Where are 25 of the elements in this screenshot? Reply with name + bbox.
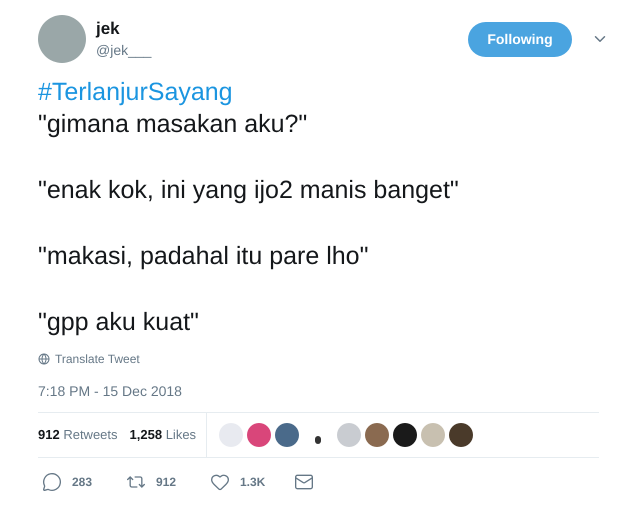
tweet-text: "gpp aku kuat" [38,307,200,338]
action-count: 1.3K [240,474,266,491]
like-action[interactable]: 1.3K [210,472,294,492]
reply-icon [42,472,62,492]
tweet-text: "makasi, padahal itu pare lho" [38,241,370,272]
avatar-placeholder[interactable] [315,436,322,444]
heart-icon [210,472,230,492]
mail-icon [294,472,314,492]
stat-count[interactable]: 912 Retweets [38,425,118,445]
author-name[interactable]: jek [96,18,152,40]
timestamp[interactable]: 7:18 PM - 15 Dec 2018 [38,381,599,401]
translate-link[interactable]: Translate Tweet [55,350,140,368]
author-handle[interactable]: @jek___ [96,40,152,60]
retweet-action[interactable]: 912 [126,472,210,492]
avatar-placeholder[interactable] [393,423,418,447]
avatar-placeholder[interactable] [449,423,474,447]
reply-action[interactable]: 283 [42,472,126,492]
stat-count[interactable]: 1,258 Likes [130,425,196,445]
tweet-text: "enak kok, ini yang ijo2 manis banget" [38,175,460,206]
tweet-text: "gimana masakan aku?" [38,109,308,140]
action-count: 283 [72,474,92,491]
action-count: 912 [156,474,176,491]
hashtag-link[interactable]: #TerlanjurSayang [38,76,599,108]
follow-button[interactable]: Following [468,22,572,56]
globe-icon [38,353,50,365]
